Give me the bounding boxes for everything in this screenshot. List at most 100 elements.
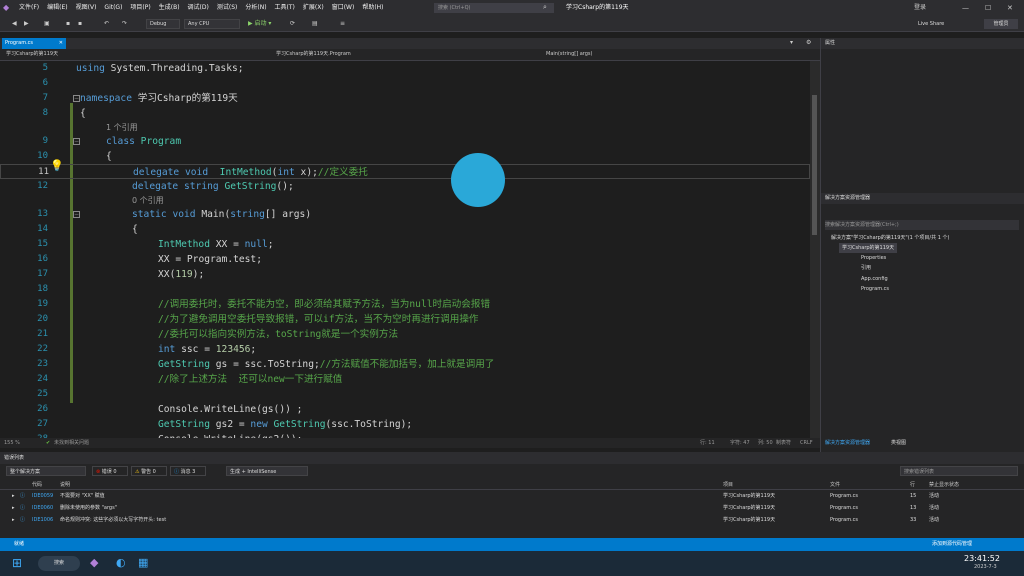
start-button[interactable]: ▶ 启动 ▾ <box>248 19 271 29</box>
maximize-icon[interactable]: ☐ <box>985 0 991 16</box>
menu-item-0[interactable]: 文件(F) <box>15 0 43 16</box>
col-description[interactable]: 说明 <box>60 480 70 490</box>
errors-filter-button[interactable]: ⊗ 错误 0 <box>92 466 128 476</box>
error-row[interactable]: ▸ ⓘ IDE0059 不需要对 "XX" 赋值 学习Csharp的第119天 Progr… <box>0 491 1024 502</box>
code-line[interactable]: 11 delegate void IntMethod(int x);//定义委托 <box>0 164 810 179</box>
source-control-button[interactable]: 添加到源代码管理 <box>932 538 972 551</box>
zoom-level[interactable]: 155 % <box>4 438 20 448</box>
tree-item-properties[interactable]: Properties <box>861 253 886 263</box>
lightbulb-icon[interactable]: 💡 <box>50 159 64 172</box>
code-line[interactable]: 15 IntMethod XX = null; <box>0 237 810 252</box>
windows-start-icon[interactable]: ⊞ <box>12 556 22 570</box>
config-select[interactable]: Debug <box>146 19 180 29</box>
messages-filter-button[interactable]: ⓘ 消息 3 <box>170 466 206 476</box>
minimize-icon[interactable]: — <box>962 0 969 16</box>
code-line[interactable]: 5 using System.Threading.Tasks; <box>0 61 810 76</box>
code-line[interactable]: 12 delegate string GetString(); <box>0 179 810 194</box>
scope-select[interactable]: 整个解决方案 <box>6 466 86 476</box>
menu-item-6[interactable]: 调试(D) <box>184 0 213 16</box>
menu-item-3[interactable]: Git(G) <box>100 0 126 16</box>
code-line[interactable]: 26 Console.WriteLine(gs()) ; <box>0 402 810 417</box>
code-line[interactable]: 14 { <box>0 222 810 237</box>
tree-item-program-cs[interactable]: Program.cs <box>861 284 889 294</box>
search-icon[interactable]: ⌕ <box>543 3 547 12</box>
code-line[interactable]: 23 GetString gs = ssc.ToString;//方法赋值不能加括… <box>0 357 810 372</box>
code-line[interactable]: 25 <box>0 387 810 402</box>
code-line[interactable]: 20 //为了避免调用空委托导致报错，可以if方法，当不为空时再进行调用操作 <box>0 312 810 327</box>
search-input[interactable]: 搜索 (Ctrl+Q) <box>434 3 554 13</box>
error-row[interactable]: ▸ ⓘ IDE0060 删除未使用的参数 "args" 学习Csharp的第119天 Pr… <box>0 503 1024 514</box>
hot-reload-icon[interactable]: ⟳ <box>290 19 295 29</box>
code-line[interactable]: 19 //调用委托时，委托不能为空，即必须给其赋予方法，当为null时启动会报错 <box>0 297 810 312</box>
error-row[interactable]: ▸ ⓘ IDE1006 命名规则冲突: 这些字必须以大写字符开头: test 学习Csh… <box>0 515 1024 526</box>
toolbar-format-icon[interactable]: ≡ <box>340 19 345 29</box>
edge-icon[interactable]: ◐ <box>116 556 126 569</box>
col-file[interactable]: 文件 <box>830 480 840 490</box>
visual-studio-taskbar-icon[interactable]: ◆ <box>90 556 98 569</box>
tree-item-app-config[interactable]: App.config <box>861 274 888 284</box>
code-line[interactable]: 24 //除了上述方法 还可以new一下进行赋值 <box>0 372 810 387</box>
member-dropdown[interactable]: Main(string[] args) <box>546 50 806 59</box>
admin-button[interactable]: 管理员 <box>984 19 1018 29</box>
build-source-select[interactable]: 生成 + IntelliSense <box>226 466 308 476</box>
code-line[interactable]: 18 <box>0 282 810 297</box>
reference-count[interactable]: 1 个引用 <box>106 122 138 133</box>
save-all-icon[interactable]: ▪ <box>78 19 82 29</box>
live-share-button[interactable]: Live Share <box>918 19 944 29</box>
code-line[interactable]: 22 int ssc = 123456; <box>0 342 810 357</box>
class-dropdown[interactable]: 学习Csharp的第119天.Program <box>276 50 536 59</box>
line-ending[interactable]: CRLF <box>800 438 813 448</box>
code-line[interactable]: 16 XX = Program.test; <box>0 252 810 267</box>
menu-item-8[interactable]: 分析(N) <box>241 0 270 16</box>
tab-class-view[interactable]: 类视图 <box>891 438 906 448</box>
code-editor[interactable]: 5 using System.Threading.Tasks; 6 7 namespac… <box>0 61 810 438</box>
code-line[interactable]: 6 <box>0 76 810 91</box>
word-icon[interactable]: ▦ <box>138 556 148 569</box>
fold-toggle-icon[interactable]: − <box>73 95 80 102</box>
menu-item-10[interactable]: 扩展(X) <box>299 0 328 16</box>
col-suppression[interactable]: 禁止显示状态 <box>929 480 959 490</box>
menu-item-1[interactable]: 编辑(E) <box>43 0 71 16</box>
menu-item-11[interactable]: 窗口(W) <box>328 0 359 16</box>
tab-list-icon[interactable]: ▾ <box>790 39 793 46</box>
clock-time[interactable]: 23:41:52 <box>964 554 1000 563</box>
fold-toggle-icon[interactable]: − <box>73 211 80 218</box>
whitespace-mode[interactable]: 制表符 <box>776 438 791 448</box>
menu-item-7[interactable]: 测试(S) <box>213 0 242 16</box>
forward-icon[interactable]: ▶ <box>24 19 29 29</box>
menu-item-9[interactable]: 工具(T) <box>271 0 299 16</box>
close-tab-icon[interactable]: ✕ <box>59 38 63 49</box>
menu-item-4[interactable]: 项目(P) <box>126 0 154 16</box>
sign-in-link[interactable]: 登录 <box>914 0 926 16</box>
menu-item-2[interactable]: 视图(V) <box>72 0 101 16</box>
code-line[interactable]: 10 { <box>0 149 810 164</box>
save-icon[interactable]: ▪ <box>66 19 70 29</box>
clock-date[interactable]: 2023-7-3 <box>974 564 997 570</box>
menu-item-5[interactable]: 生成(B) <box>155 0 184 16</box>
code-line[interactable]: 21 //委托可以指向实例方法，toString就是一个实例方法 <box>0 327 810 342</box>
project-node[interactable]: 学习Csharp的第119天 <box>839 243 898 253</box>
platform-select[interactable]: Any CPU <box>184 19 240 29</box>
project-dropdown[interactable]: 学习Csharp的第119天 <box>6 50 268 59</box>
tab-solution-explorer[interactable]: 解决方案资源管理器 <box>825 438 870 448</box>
code-line[interactable]: 27 GetString gs2 = new GetString(ssc.ToSt… <box>0 417 810 432</box>
issues-status[interactable]: 未找到相关问题 <box>54 438 89 448</box>
redo-icon[interactable]: ↷ <box>122 19 127 29</box>
taskbar-search[interactable]: 搜索 <box>38 556 80 571</box>
close-icon[interactable]: ✕ <box>1007 0 1013 16</box>
scroll-thumb[interactable] <box>812 95 817 235</box>
code-line[interactable]: 17 XX(119); <box>0 267 810 282</box>
warnings-filter-button[interactable]: ⚠ 警告 0 <box>131 466 167 476</box>
solution-root[interactable]: 解决方案"学习Csharp的第119天"(1 个项目/共 1 个) <box>831 233 949 243</box>
reference-count[interactable]: 0 个引用 <box>132 195 164 206</box>
tree-item-references[interactable]: 引用 <box>861 263 871 273</box>
solution-search-input[interactable]: 搜索解决方案资源管理器(Ctrl+;) <box>825 220 1019 230</box>
col-code[interactable]: 代码 <box>32 480 42 490</box>
toolbar-tool-icon[interactable]: ▤ <box>312 19 318 29</box>
code-line[interactable]: 7 namespace 学习Csharp的第119天 − <box>0 91 810 106</box>
code-line[interactable]: 13 static void Main(string[] args) − <box>0 207 810 222</box>
tab-program-cs[interactable]: Program.cs ✕ <box>2 38 66 49</box>
col-line[interactable]: 行 <box>910 480 915 490</box>
menu-item-12[interactable]: 帮助(H) <box>358 0 387 16</box>
undo-icon[interactable]: ↶ <box>104 19 109 29</box>
